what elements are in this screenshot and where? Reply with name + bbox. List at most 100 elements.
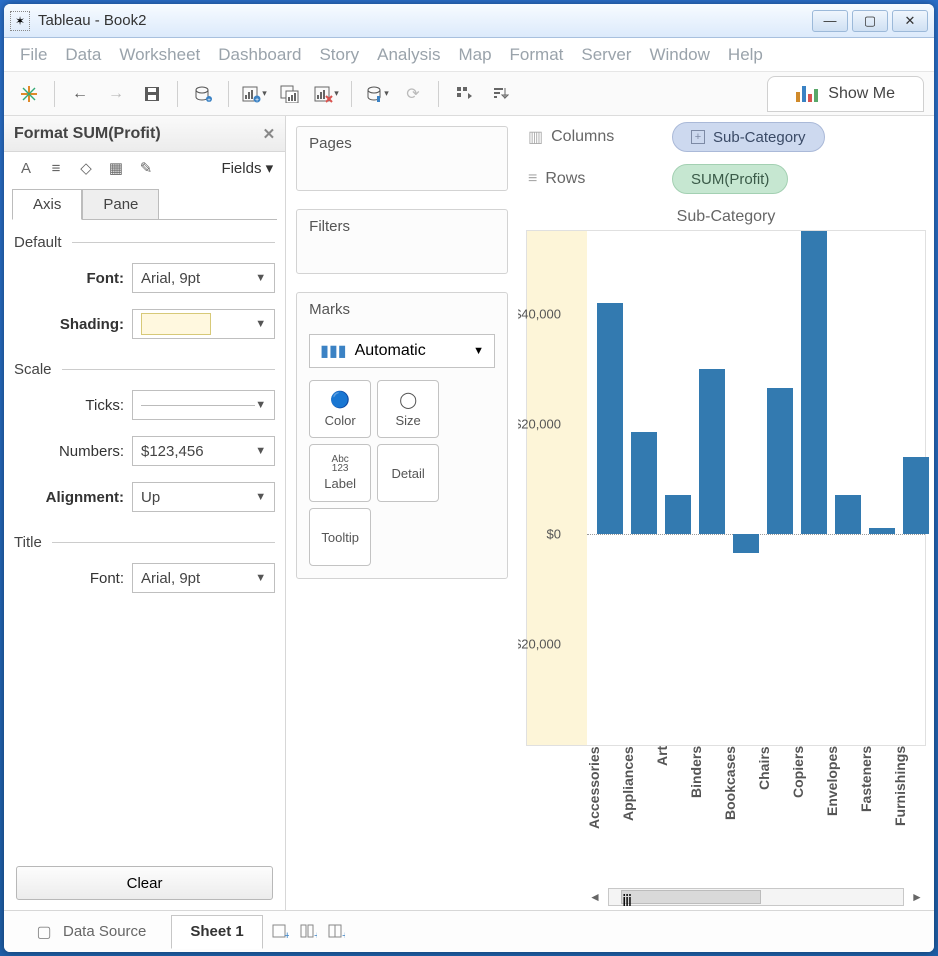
y-tick: $20,000: [518, 416, 561, 431]
scroll-right-icon[interactable]: ►: [908, 890, 926, 904]
bar[interactable]: [631, 432, 657, 534]
alignment-dropdown[interactable]: Up▼: [132, 482, 275, 512]
menu-worksheet[interactable]: Worksheet: [119, 45, 200, 65]
marks-type-dropdown[interactable]: ▮▮▮ Automatic▼: [309, 334, 495, 368]
menu-format[interactable]: Format: [510, 45, 564, 65]
save-icon[interactable]: [137, 79, 167, 109]
new-worksheet-icon[interactable]: +▾: [239, 79, 269, 109]
menu-analysis[interactable]: Analysis: [377, 45, 440, 65]
scroll-thumb[interactable]: ⅲ: [621, 890, 761, 904]
bar[interactable]: [869, 528, 895, 534]
columns-pill[interactable]: +Sub-Category: [672, 122, 825, 152]
mark-color-button[interactable]: 🔵Color: [309, 380, 371, 438]
menu-data[interactable]: Data: [65, 45, 101, 65]
bar[interactable]: [699, 369, 725, 534]
menu-help[interactable]: Help: [728, 45, 763, 65]
menu-story[interactable]: Story: [319, 45, 359, 65]
swap-icon[interactable]: [449, 79, 479, 109]
show-me-button[interactable]: Show Me: [767, 76, 924, 112]
app-window: ✶ Tableau - Book2 — ▢ ✕ File Data Worksh…: [4, 4, 934, 952]
marks-label: Marks: [297, 293, 507, 326]
font-icon[interactable]: A: [16, 158, 36, 178]
font-dropdown[interactable]: Arial, 9pt▼: [132, 263, 275, 293]
y-axis: -$20,000$0$20,000$40,000: [527, 231, 565, 671]
columns-shelf-label: ▥ Columns: [528, 127, 658, 147]
borders-icon[interactable]: ▦: [106, 158, 126, 178]
bar[interactable]: [665, 495, 691, 534]
bar[interactable]: [767, 388, 793, 534]
bar[interactable]: [835, 495, 861, 534]
pages-shelf[interactable]: Pages: [296, 126, 508, 191]
x-tick: Binders: [688, 746, 722, 886]
new-worksheet-tab-icon[interactable]: +: [269, 921, 291, 943]
section-scale: Scale: [14, 361, 52, 378]
mark-detail-button[interactable]: Detail: [377, 444, 439, 502]
format-panel: Format SUM(Profit) ✕ A ≡ ◇ ▦ ✎ Fields ▾ …: [4, 116, 286, 910]
duplicate-sheet-icon[interactable]: [275, 79, 305, 109]
filters-label: Filters: [297, 210, 507, 243]
svg-text:+: +: [342, 930, 345, 941]
shading-dropdown[interactable]: ▼: [132, 309, 275, 339]
bar[interactable]: [733, 534, 759, 553]
maximize-button[interactable]: ▢: [852, 10, 888, 32]
tableau-logo-icon[interactable]: [14, 79, 44, 109]
bar[interactable]: [903, 457, 929, 534]
x-tick: Bookcases: [722, 746, 756, 886]
clear-sheet-icon[interactable]: ▾: [311, 79, 341, 109]
plot-area[interactable]: -$20,000$0$20,000$40,000: [526, 230, 926, 746]
data-source-tab[interactable]: ▢ Data Source: [14, 915, 165, 949]
mark-label-button[interactable]: Abc123Label: [309, 444, 371, 502]
chart-title: Sub-Category: [526, 206, 926, 230]
show-me-label: Show Me: [828, 85, 895, 103]
forward-icon[interactable]: →: [101, 79, 131, 109]
menu-bar: File Data Worksheet Dashboard Story Anal…: [4, 38, 934, 72]
x-tick: Furnishings: [892, 746, 926, 886]
shading-icon[interactable]: ◇: [76, 158, 96, 178]
bar[interactable]: [597, 303, 623, 534]
clear-button[interactable]: Clear: [16, 866, 273, 900]
bar-chart-icon: ▮▮▮: [320, 341, 346, 361]
rows-icon: ≡: [528, 170, 537, 188]
close-format-icon[interactable]: ✕: [263, 125, 276, 143]
filters-shelf[interactable]: Filters: [296, 209, 508, 274]
fields-dropdown[interactable]: Fields ▾: [221, 159, 273, 177]
new-datasource-icon[interactable]: +: [188, 79, 218, 109]
menu-file[interactable]: File: [20, 45, 47, 65]
menu-server[interactable]: Server: [581, 45, 631, 65]
scroll-left-icon[interactable]: ◄: [586, 890, 604, 904]
menu-dashboard[interactable]: Dashboard: [218, 45, 301, 65]
view-area: ▥ Columns +Sub-Category ≡ Rows SUM(Profi…: [518, 116, 934, 910]
format-panel-title: Format SUM(Profit): [14, 125, 161, 143]
bar[interactable]: [801, 231, 827, 534]
rows-pill[interactable]: SUM(Profit): [672, 164, 788, 194]
mark-tooltip-button[interactable]: Tooltip: [309, 508, 371, 566]
horizontal-scrollbar[interactable]: ◄ ⅲ ►: [586, 886, 926, 908]
sheet1-tab[interactable]: Sheet 1: [171, 915, 262, 949]
section-default: Default: [14, 234, 62, 251]
x-tick: Art: [654, 746, 688, 886]
menu-window[interactable]: Window: [649, 45, 709, 65]
sort-icon[interactable]: [485, 79, 515, 109]
title-font-dropdown[interactable]: Arial, 9pt▼: [132, 563, 275, 593]
numbers-dropdown[interactable]: $123,456▼: [132, 436, 275, 466]
minimize-button[interactable]: —: [812, 10, 848, 32]
new-dashboard-tab-icon[interactable]: +: [297, 921, 319, 943]
alignment-icon[interactable]: ≡: [46, 158, 66, 178]
refresh-icon[interactable]: ⟳: [398, 79, 428, 109]
label-icon: Abc123: [332, 455, 349, 473]
x-axis: AccessoriesAppliancesArtBindersBookcases…: [586, 746, 926, 886]
tab-axis[interactable]: Axis: [12, 189, 82, 220]
ticks-dropdown[interactable]: ▼: [132, 390, 275, 420]
mark-size-button[interactable]: ◯Size: [377, 380, 439, 438]
close-button[interactable]: ✕: [892, 10, 928, 32]
new-story-tab-icon[interactable]: +: [325, 921, 347, 943]
x-tick: Accessories: [586, 746, 620, 886]
y-tick: $40,000: [518, 306, 561, 321]
lines-icon[interactable]: ✎: [136, 158, 156, 178]
window-title: Tableau - Book2: [38, 12, 812, 29]
columns-icon: ▥: [528, 127, 543, 147]
auto-updates-icon[interactable]: ▾: [362, 79, 392, 109]
tab-pane[interactable]: Pane: [82, 189, 159, 220]
back-icon[interactable]: ←: [65, 79, 95, 109]
menu-map[interactable]: Map: [458, 45, 491, 65]
